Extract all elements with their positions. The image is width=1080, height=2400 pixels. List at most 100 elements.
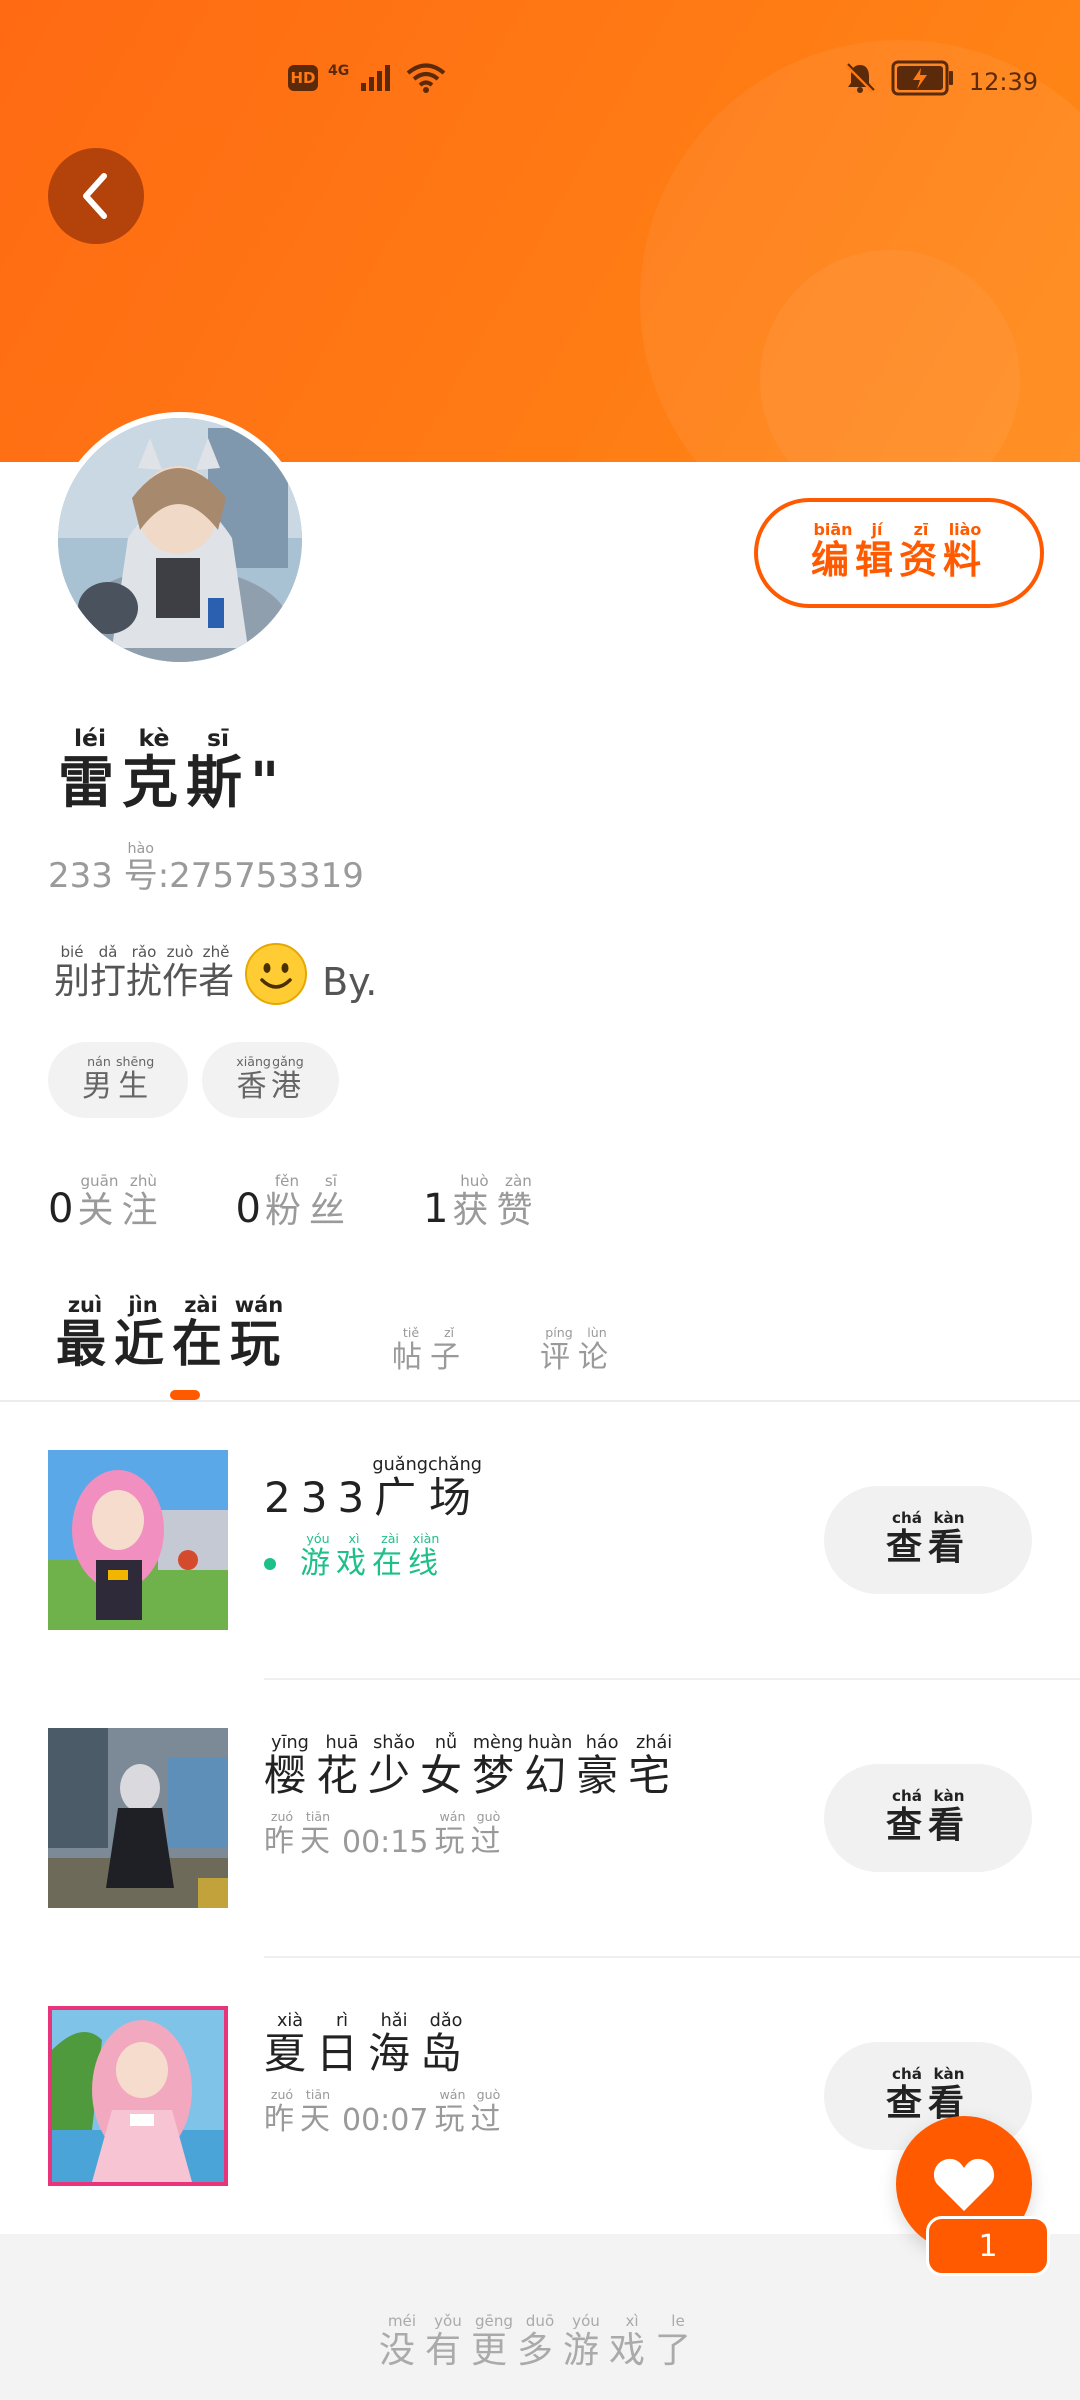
pinyin-annotation: liào: [943, 520, 988, 539]
pinyin-annotation: duō: [516, 2312, 563, 2330]
hanzi-char: 港gǎng: [270, 1053, 305, 1104]
edit-profile-button[interactable]: 编biān辑jí资zī料liào: [754, 498, 1044, 608]
hanzi-char: 戏xì: [336, 1531, 372, 1581]
hanzi-char: 号hào: [123, 841, 158, 896]
pinyin-annotation: wán: [230, 1293, 288, 1317]
pinyin-annotation: wán: [434, 2087, 471, 2102]
last-played-day: 昨zuó天tiān: [264, 1809, 336, 1860]
hanzi-char: 生shēng: [116, 1053, 155, 1104]
pinyin-annotation: yóu: [563, 2312, 610, 2330]
hanzi-char: 海hǎi: [368, 2011, 421, 2078]
hanzi-char: 昨zuó: [264, 1809, 300, 1859]
hanzi-char: 广guǎng: [372, 1455, 428, 1522]
tag-region: 香xiāng港gǎng: [202, 1042, 339, 1118]
pinyin-annotation: fěn: [264, 1172, 309, 1190]
hanzi-char: 查chá: [885, 1786, 928, 1846]
hanzi-char: 在zài: [172, 1293, 230, 1373]
account-number: :275753319: [157, 856, 364, 896]
hanzi-char: 注zhù: [121, 1172, 166, 1231]
pinyin-annotation: hǎi: [368, 2011, 421, 2031]
back-button[interactable]: [48, 148, 144, 244]
status-time: 12:39: [968, 68, 1038, 96]
username-text: 雷léi克kè斯sī: [58, 724, 250, 816]
pinyin-annotation: sī: [308, 1172, 353, 1190]
pinyin-annotation: wán: [434, 1809, 471, 1824]
hanzi-char: 子zǐ: [430, 1325, 468, 1375]
hanzi-char: 克kè: [122, 724, 186, 816]
pinyin-annotation: xì: [609, 2312, 656, 2330]
tab-comments-label: 评píng论lùn: [540, 1325, 616, 1376]
view-game-button[interactable]: 查chá看kàn: [824, 1764, 1032, 1872]
stat-followers-count: 0: [235, 1186, 261, 1232]
hanzi-char: 幻huàn: [524, 1733, 577, 1800]
pinyin-annotation: shēng: [116, 1053, 155, 1069]
tab-posts-label: 帖tiě子zǐ: [392, 1325, 468, 1376]
game-cover-image: [48, 1728, 228, 1908]
last-played-label: 玩wán过guò: [434, 1809, 507, 1860]
pinyin-annotation: biān: [810, 520, 855, 539]
hanzi-char: 有yǒu: [424, 2312, 471, 2371]
view-game-label: 查chá看kàn: [885, 1786, 971, 1848]
hanzi-char: 最zuì: [56, 1293, 114, 1373]
battery-icon: [891, 60, 953, 96]
game-status-text: 游yóu戏xì在zài线xiàn: [300, 1531, 444, 1582]
tab-comments[interactable]: 评píng论lùn: [540, 1325, 616, 1376]
profile-stats: 0 关guān注zhù 0 粉fěn丝sī 1 获huò赞zàn: [48, 1172, 541, 1232]
list-item[interactable]: 233广guǎng场chǎng 游yóu戏xì在zài线xiàn 查chá看kà…: [0, 1402, 1080, 1680]
hanzi-char: 看kàn: [928, 1786, 971, 1846]
game-status: 昨zuó天tiān 00:15 玩wán过guò: [264, 1809, 680, 1860]
game-title: 233广guǎng场chǎng: [264, 1455, 482, 1525]
pinyin-annotation: jìn: [114, 1293, 172, 1317]
stat-likes[interactable]: 1 获huò赞zàn: [423, 1172, 541, 1231]
pinyin-annotation: yīng: [264, 1733, 316, 1753]
pinyin-annotation: huò: [452, 1172, 497, 1190]
hanzi-char: 日rì: [316, 2011, 369, 2078]
hanzi-char: 多duō: [516, 2312, 563, 2371]
hanzi-char: 玩wán: [434, 1809, 471, 1859]
hanzi-char: 斯sī: [186, 724, 250, 816]
game-title-text: 夏xià日rì海hǎi岛dǎo: [264, 2011, 472, 2078]
tag-gender-label: 男nán生shēng: [82, 1053, 155, 1105]
pinyin-annotation: zī: [899, 520, 944, 539]
signal-icon: [361, 65, 391, 91]
pinyin-annotation: guò: [470, 1809, 507, 1824]
pinyin-annotation: huā: [316, 1733, 369, 1753]
hanzi-char: 查chá: [885, 2064, 928, 2124]
stat-followers[interactable]: 0 粉fěn丝sī: [235, 1172, 353, 1232]
hanzi-char: 赞zàn: [496, 1172, 541, 1231]
hanzi-char: 游yóu: [300, 1531, 336, 1581]
tag-gender: 男nán生shēng: [48, 1042, 189, 1118]
view-game-button[interactable]: 查chá看kàn: [824, 1486, 1032, 1594]
pinyin-annotation: kàn: [928, 1786, 971, 1805]
stat-following[interactable]: 0 关guān注zhù: [48, 1172, 166, 1231]
pinyin-annotation: kàn: [928, 2064, 971, 2083]
hanzi-char: 近jìn: [114, 1293, 172, 1373]
pinyin-annotation: zuì: [56, 1293, 114, 1317]
pinyin-annotation: nǚ: [420, 1733, 473, 1753]
hanzi-char: 粉fěn: [264, 1172, 309, 1231]
tab-posts[interactable]: 帖tiě子zǐ: [392, 1325, 468, 1376]
list-footer: 没méi有yǒu更gēng多duō游yóu戏xì了le: [0, 2234, 1080, 2400]
list-item[interactable]: 樱yīng花huā少shǎo女nǚ梦mèng幻huàn豪háo宅zhái 昨zu…: [0, 1680, 1080, 1958]
hanzi-char: 玩wán: [230, 1293, 288, 1373]
pinyin-annotation: zàn: [496, 1172, 541, 1190]
hanzi-char: 料liào: [943, 520, 988, 582]
pinyin-annotation: dǎo: [420, 2011, 473, 2031]
hanzi-char: 作zuò: [162, 943, 199, 1002]
footer-text-label: 没méi有yǒu更gēng多duō游yóu戏xì了le: [379, 2312, 701, 2371]
hanzi-char: 评píng: [540, 1325, 578, 1375]
pinyin-annotation: guò: [470, 2087, 507, 2102]
hanzi-char: 获huò: [452, 1172, 497, 1231]
edit-profile-label: 编biān辑jí资zī料liào: [810, 520, 988, 584]
profile-tabs: 最zuì近jìn在zài玩wán 帖tiě子zǐ 评píng论lùn: [56, 1293, 1056, 1400]
hanzi-char: 戏xì: [609, 2312, 656, 2371]
hanzi-char: 资zī: [899, 520, 944, 582]
status-left: HD 4G: [288, 62, 447, 94]
tab-recently-played[interactable]: 最zuì近jìn在zài玩wán: [56, 1293, 288, 1376]
bio-suffix: By.: [322, 960, 378, 1004]
pinyin-annotation: zài: [172, 1293, 230, 1317]
avatar[interactable]: [52, 412, 308, 668]
pinyin-annotation: dǎ: [90, 943, 127, 961]
pinyin-annotation: zhái: [628, 1733, 681, 1753]
hanzi-char: 过guò: [470, 2087, 507, 2137]
